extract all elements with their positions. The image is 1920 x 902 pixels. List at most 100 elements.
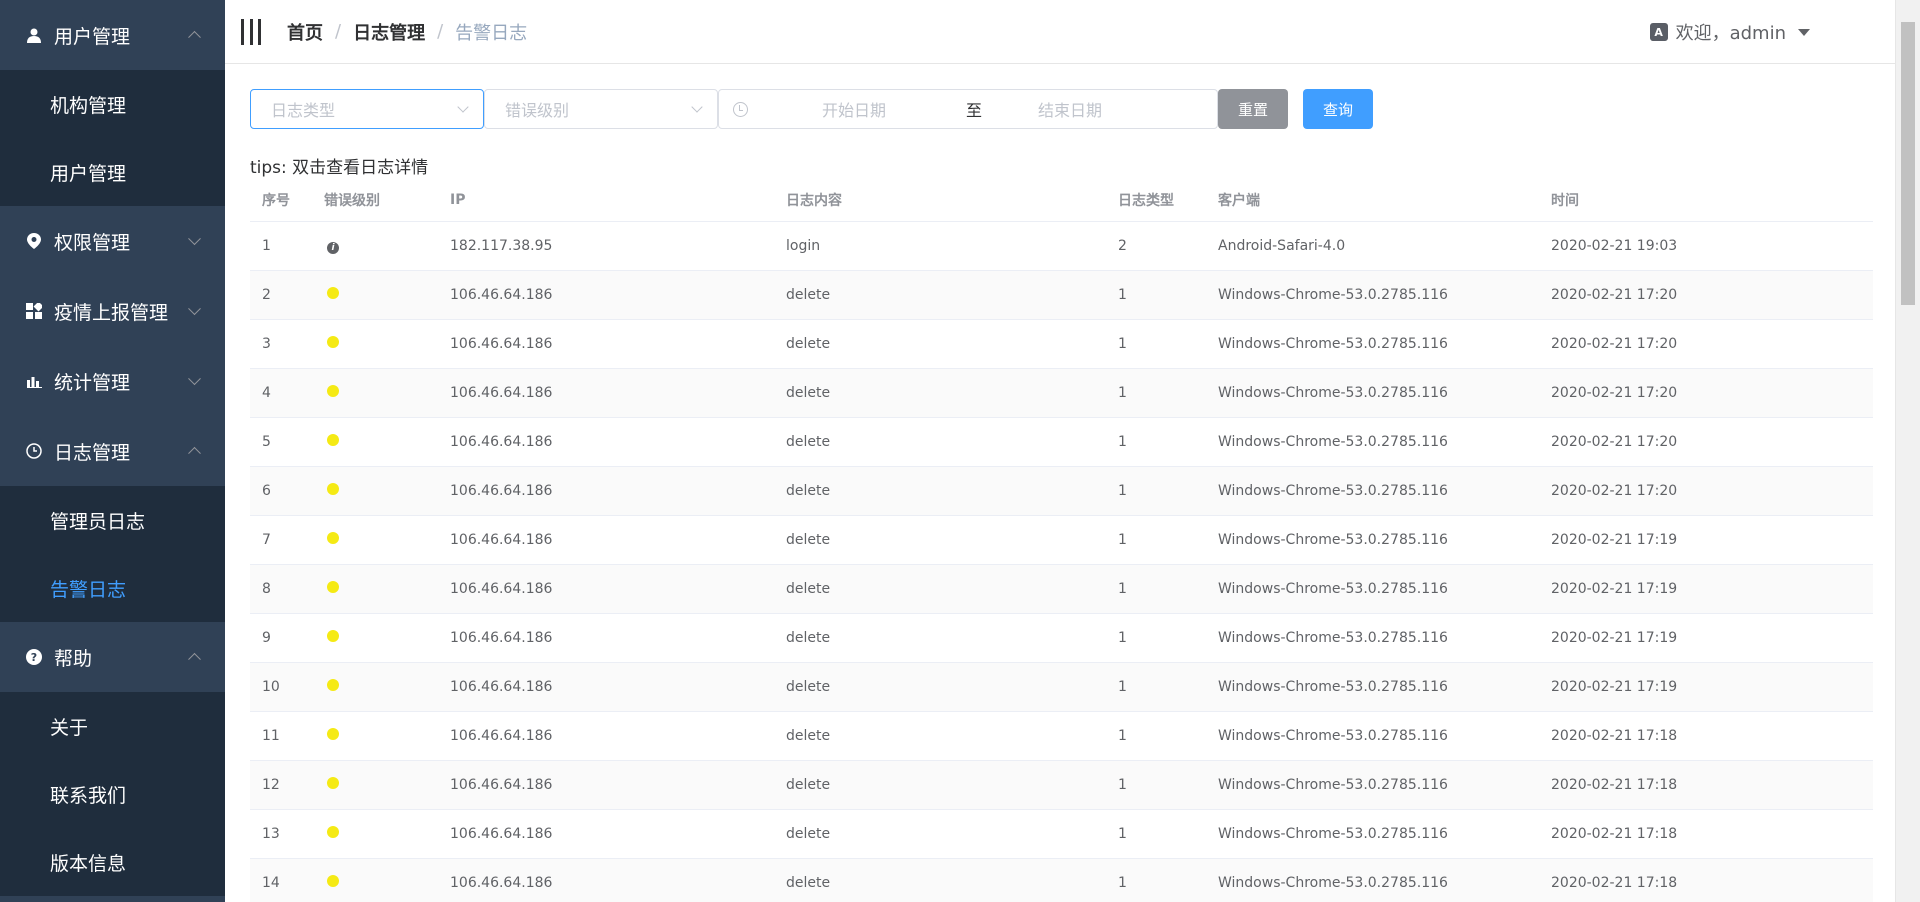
sidebar-item[interactable]: 关于 — [0, 692, 225, 760]
cell-level — [312, 581, 438, 597]
col-header-type: 日志类型 — [1118, 192, 1174, 209]
table-row[interactable]: 8 106.46.64.186 delete 1 Windows-Chrome-53.0… — [250, 565, 1873, 614]
log-type-select[interactable]: 日志类型 — [250, 89, 484, 129]
date-range-picker[interactable]: 开始日期 至 结束日期 — [718, 89, 1218, 129]
table-row[interactable]: 10 106.46.64.186 delete 1 Windows-Chrome-53.… — [250, 663, 1873, 712]
reset-button[interactable]: 重置 — [1218, 89, 1288, 129]
table-row[interactable]: 4 106.46.64.186 delete 1 Windows-Chrome-53.0… — [250, 369, 1873, 418]
col-header-time: 时间 — [1551, 192, 1579, 209]
cell-ip: 106.46.64.186 — [450, 483, 553, 499]
table-row[interactable]: 5 106.46.64.186 delete 1 Windows-Chrome-53.0… — [250, 418, 1873, 467]
sidebar-item[interactable]: 版本信息 — [0, 828, 225, 896]
cell-type: 1 — [1118, 385, 1127, 401]
end-date-input[interactable]: 结束日期 — [1038, 97, 1102, 121]
tips-text: tips: 双击查看日志详情 — [250, 158, 429, 178]
cell-client: Windows-Chrome-53.0.2785.116 — [1218, 826, 1448, 842]
sidebar-item[interactable]: 联系我们 — [0, 760, 225, 828]
table-row[interactable]: 7 106.46.64.186 delete 1 Windows-Chrome-53.0… — [250, 516, 1873, 565]
cell-client: Windows-Chrome-53.0.2785.116 — [1218, 777, 1448, 793]
caret-down-icon[interactable] — [1798, 28, 1810, 36]
chevron-up-icon — [188, 30, 201, 44]
breadcrumb-home[interactable]: 首页 — [287, 19, 323, 45]
cell-index: 2 — [262, 287, 271, 303]
warning-dot-icon — [327, 728, 339, 740]
error-level-select[interactable]: 错误级别 — [484, 89, 718, 129]
cell-client: Windows-Chrome-53.0.2785.116 — [1218, 630, 1448, 646]
svg-text:?: ? — [31, 651, 37, 664]
chevron-down-icon — [188, 232, 201, 246]
sidebar-group[interactable]: ? 帮助 — [0, 622, 225, 692]
language-icon[interactable]: A — [1649, 23, 1668, 41]
warning-dot-icon — [327, 875, 339, 887]
cell-time: 2020-02-21 17:18 — [1551, 728, 1678, 744]
table-row[interactable]: 13 106.46.64.186 delete 1 Windows-Chrome-53.… — [250, 810, 1873, 859]
cell-content: delete — [786, 630, 831, 646]
cell-index: 14 — [262, 875, 280, 891]
cell-content: delete — [786, 581, 831, 597]
cell-level — [312, 777, 438, 793]
cell-level — [312, 679, 438, 695]
cell-content: delete — [786, 336, 831, 352]
sidebar-group[interactable]: 权限管理 — [0, 206, 225, 276]
cell-index: 5 — [262, 434, 271, 450]
cell-client: Windows-Chrome-53.0.2785.116 — [1218, 434, 1448, 450]
user-dropdown[interactable]: A 欢迎，admin — [1649, 0, 1810, 64]
cell-client: Windows-Chrome-53.0.2785.116 — [1218, 581, 1448, 597]
table-row[interactable]: 14 106.46.64.186 delete 1 Windows-Chrome-53.… — [250, 859, 1873, 902]
sidebar-group-label: 统计管理 — [54, 371, 131, 394]
hamburger-icon[interactable] — [241, 18, 261, 45]
cell-time: 2020-02-21 17:18 — [1551, 777, 1678, 793]
cell-type: 1 — [1118, 728, 1127, 744]
sidebar-item[interactable]: 告警日志 — [0, 554, 225, 622]
table-row[interactable]: 3 106.46.64.186 delete 1 Windows-Chrome-53.0… — [250, 320, 1873, 369]
breadcrumb-log-management[interactable]: 日志管理 — [353, 19, 425, 45]
chevron-down-icon — [188, 372, 201, 386]
cell-index: 11 — [262, 728, 280, 744]
chevron-down-icon — [457, 101, 469, 113]
cell-ip: 106.46.64.186 — [450, 434, 553, 450]
query-button[interactable]: 查询 — [1303, 89, 1373, 129]
cell-client: Windows-Chrome-53.0.2785.116 — [1218, 385, 1448, 401]
sidebar-item[interactable]: 机构管理 — [0, 70, 225, 138]
col-header-content: 日志内容 — [786, 192, 842, 209]
clock-icon — [26, 443, 42, 459]
sidebar-group[interactable]: 用户管理 — [0, 0, 225, 70]
cell-ip: 106.46.64.186 — [450, 679, 553, 695]
cell-type: 1 — [1118, 777, 1127, 793]
breadcrumb-separator: / — [437, 21, 444, 42]
filter-bar: 日志类型 错误级别 开始日期 至 结束日期 重置 查询 — [250, 89, 1373, 129]
cell-index: 7 — [262, 532, 271, 548]
cell-client: Windows-Chrome-53.0.2785.116 — [1218, 679, 1448, 695]
sidebar-group-label: 权限管理 — [54, 231, 131, 254]
table-row[interactable]: 6 106.46.64.186 delete 1 Windows-Chrome-53.0… — [250, 467, 1873, 516]
warning-dot-icon — [327, 385, 339, 397]
sidebar-group-label: 疫情上报管理 — [54, 301, 169, 324]
sidebar-item[interactable]: 用户管理 — [0, 138, 225, 206]
table-row[interactable]: 2 106.46.64.186 delete 1 Windows-Chrome-53.0… — [250, 271, 1873, 320]
cell-time: 2020-02-21 17:20 — [1551, 385, 1678, 401]
cell-level — [312, 434, 438, 450]
cell-time: 2020-02-21 17:19 — [1551, 581, 1678, 597]
sidebar-group[interactable]: 疫情上报管理 — [0, 276, 225, 346]
cell-ip: 106.46.64.186 — [450, 777, 553, 793]
sidebar-item[interactable]: 管理员日志 — [0, 486, 225, 554]
cell-ip: 106.46.64.186 — [450, 826, 553, 842]
cell-ip: 106.46.64.186 — [450, 532, 553, 548]
chevron-down-icon — [188, 302, 201, 316]
sidebar: 用户管理 机构管理 用户管理权限管理疫情上报管理 统计管理日志管理 管理员日志 告警日志?… — [0, 0, 225, 902]
sidebar-group[interactable]: 统计管理 — [0, 346, 225, 416]
table-row[interactable]: 11 106.46.64.186 delete 1 Windows-Chrome-53.… — [250, 712, 1873, 761]
cell-content: delete — [786, 532, 831, 548]
scrollbar-thumb[interactable] — [1901, 22, 1915, 305]
cell-content: delete — [786, 385, 831, 401]
sidebar-group[interactable]: 日志管理 — [0, 416, 225, 486]
cell-time: 2020-02-21 17:19 — [1551, 679, 1678, 695]
table-row[interactable]: 1 i 182.117.38.95 login 2 Android-Safari-4.0 2… — [250, 222, 1873, 271]
info-icon: i — [327, 242, 339, 254]
cell-client: Windows-Chrome-53.0.2785.116 — [1218, 287, 1448, 303]
table-row[interactable]: 9 106.46.64.186 delete 1 Windows-Chrome-53.0… — [250, 614, 1873, 663]
table-row[interactable]: 12 106.46.64.186 delete 1 Windows-Chrome-53.… — [250, 761, 1873, 810]
cell-time: 2020-02-21 17:20 — [1551, 434, 1678, 450]
page-scrollbar[interactable] — [1895, 0, 1920, 902]
start-date-input[interactable]: 开始日期 — [822, 97, 942, 121]
